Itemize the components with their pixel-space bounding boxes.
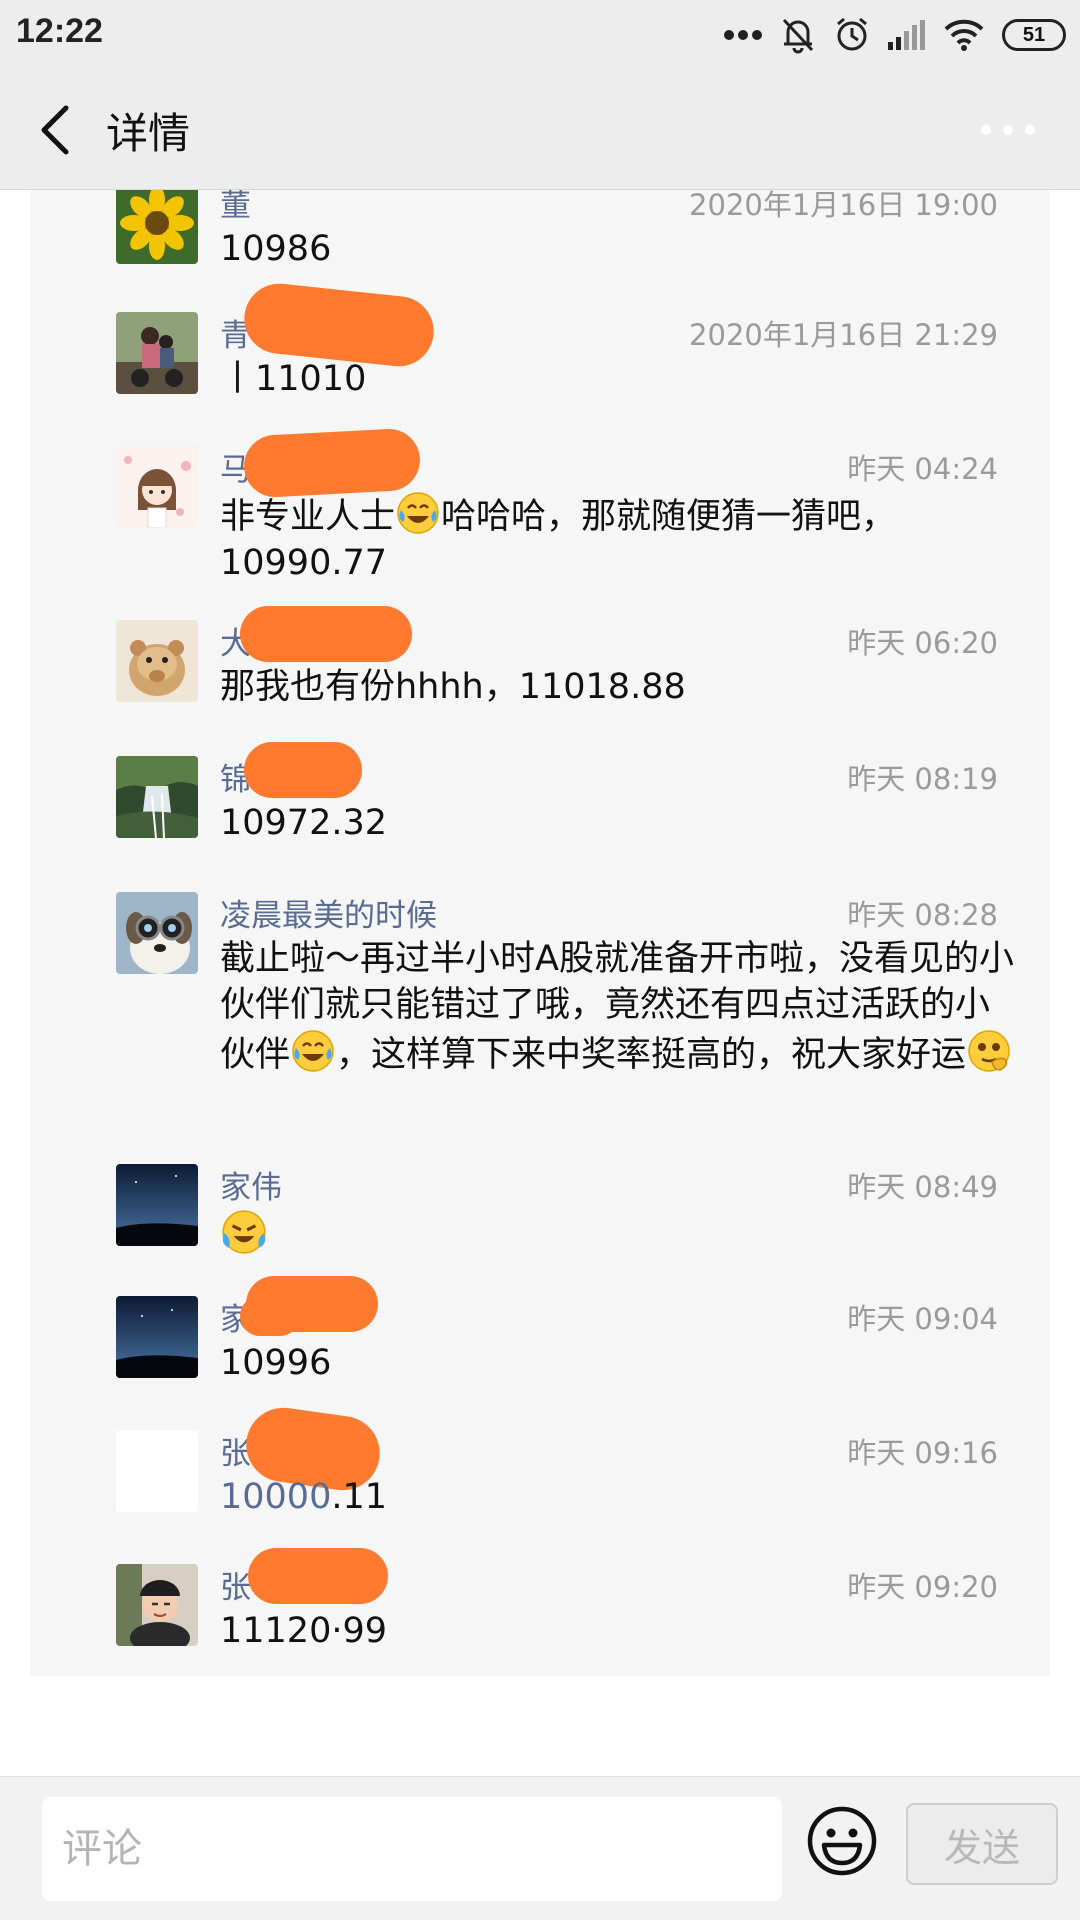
comment-time: 2020年1月16日 19:00: [689, 190, 998, 222]
commenter-name[interactable]: 凌晨最美的时候: [220, 890, 437, 935]
sunflower-avatar-icon[interactable]: [116, 190, 198, 264]
redaction-mark: [240, 606, 412, 662]
more-options-icon[interactable]: [980, 118, 1036, 142]
tears-of-joy-emoji-icon: [397, 492, 439, 534]
blank-avatar-icon[interactable]: [116, 1430, 198, 1512]
comment-content: 丨11010: [220, 359, 367, 399]
commenter-name[interactable]: 家伟: [220, 1162, 282, 1207]
comment-content: 截止啦～再过半小时A股就准备开市啦，没看见的小伙伴们就只能错过了哦，竟然还有四点…: [220, 936, 1020, 1078]
dog-goggles-avatar-icon[interactable]: [116, 892, 198, 974]
comment-content: 10996: [220, 1343, 332, 1383]
mute-bell-icon: [782, 18, 814, 54]
redaction-mark: [248, 1548, 388, 1604]
night-sky-avatar-icon[interactable]: [116, 1296, 198, 1378]
comment-time: 昨天 09:20: [847, 1570, 998, 1604]
comment-content: 10000.11: [220, 1474, 1050, 1520]
comment-time: 昨天 08:19: [847, 762, 998, 796]
more-dots-icon: [724, 30, 762, 40]
status-time: 12:22: [16, 12, 103, 50]
comment-content: [220, 1208, 1050, 1260]
nav-bar: 详情: [0, 70, 1080, 190]
crying-laughing-emoji-icon: [222, 1210, 266, 1254]
smiley-face-icon[interactable]: [806, 1805, 878, 1877]
comment-time: 昨天 08:49: [847, 1170, 998, 1204]
status-icons: 51: [724, 12, 1066, 58]
comment-time: 昨天 09:16: [847, 1436, 998, 1470]
alarm-clock-icon: [837, 17, 867, 51]
wifi-icon: [944, 19, 984, 51]
send-button[interactable]: 发送: [906, 1803, 1058, 1885]
comment-time: 昨天 04:24: [847, 452, 998, 486]
redaction-mark: [244, 742, 362, 798]
tears-of-joy-emoji-icon: [292, 1030, 334, 1072]
girl-cap-avatar-icon[interactable]: [116, 1564, 198, 1646]
comment-time: 2020年1月16日 21:29: [689, 318, 998, 352]
content-text: ，这样算下来中奖率挺高的，祝大家好运: [336, 1035, 967, 1075]
content-text: 非专业人士: [220, 497, 396, 537]
content-link[interactable]: 10000: [220, 1477, 331, 1517]
comment-list[interactable]: 董 2020年1月16日 19:00 10986 青 2020年1月16日 21…: [30, 190, 1050, 1676]
motorbike-avatar-icon[interactable]: [116, 312, 198, 394]
comment-time: 昨天 06:20: [847, 626, 998, 660]
redaction-mark: [240, 1296, 300, 1336]
commenter-name[interactable]: 董: [220, 190, 251, 225]
peek-emoji-icon: [968, 1030, 1010, 1072]
commenter-name[interactable]: 张: [220, 1562, 251, 1607]
comment-content: 那我也有份hhhh，11018.88: [220, 667, 686, 707]
comment-content: 11120·99: [220, 1611, 388, 1651]
signal-icon: [888, 20, 925, 50]
back-arrow-icon[interactable]: [30, 98, 86, 162]
page-title: 详情: [106, 109, 191, 158]
content-text: .11: [331, 1477, 388, 1517]
comment-input[interactable]: [42, 1797, 782, 1901]
comment-time: 昨天 09:04: [847, 1302, 998, 1336]
comment-input-bar: 发送: [0, 1776, 1080, 1920]
comment-content: 10986: [220, 229, 332, 269]
comment-content: 非专业人士 哈哈哈，那就随便猜一猜吧，10990.77: [220, 490, 1010, 586]
night-sky-avatar-icon[interactable]: [116, 1164, 198, 1246]
comment-content: 10972.32: [220, 803, 388, 843]
waterfall-avatar-icon[interactable]: [116, 756, 198, 838]
comment-time: 昨天 08:28: [847, 898, 998, 932]
anime-girl-avatar-icon[interactable]: [116, 446, 198, 528]
battery-indicator: 51: [1002, 19, 1066, 51]
redaction-mark: [242, 427, 422, 499]
status-bar: 12:22 51: [0, 0, 1080, 70]
hamster-avatar-icon[interactable]: [116, 620, 198, 702]
